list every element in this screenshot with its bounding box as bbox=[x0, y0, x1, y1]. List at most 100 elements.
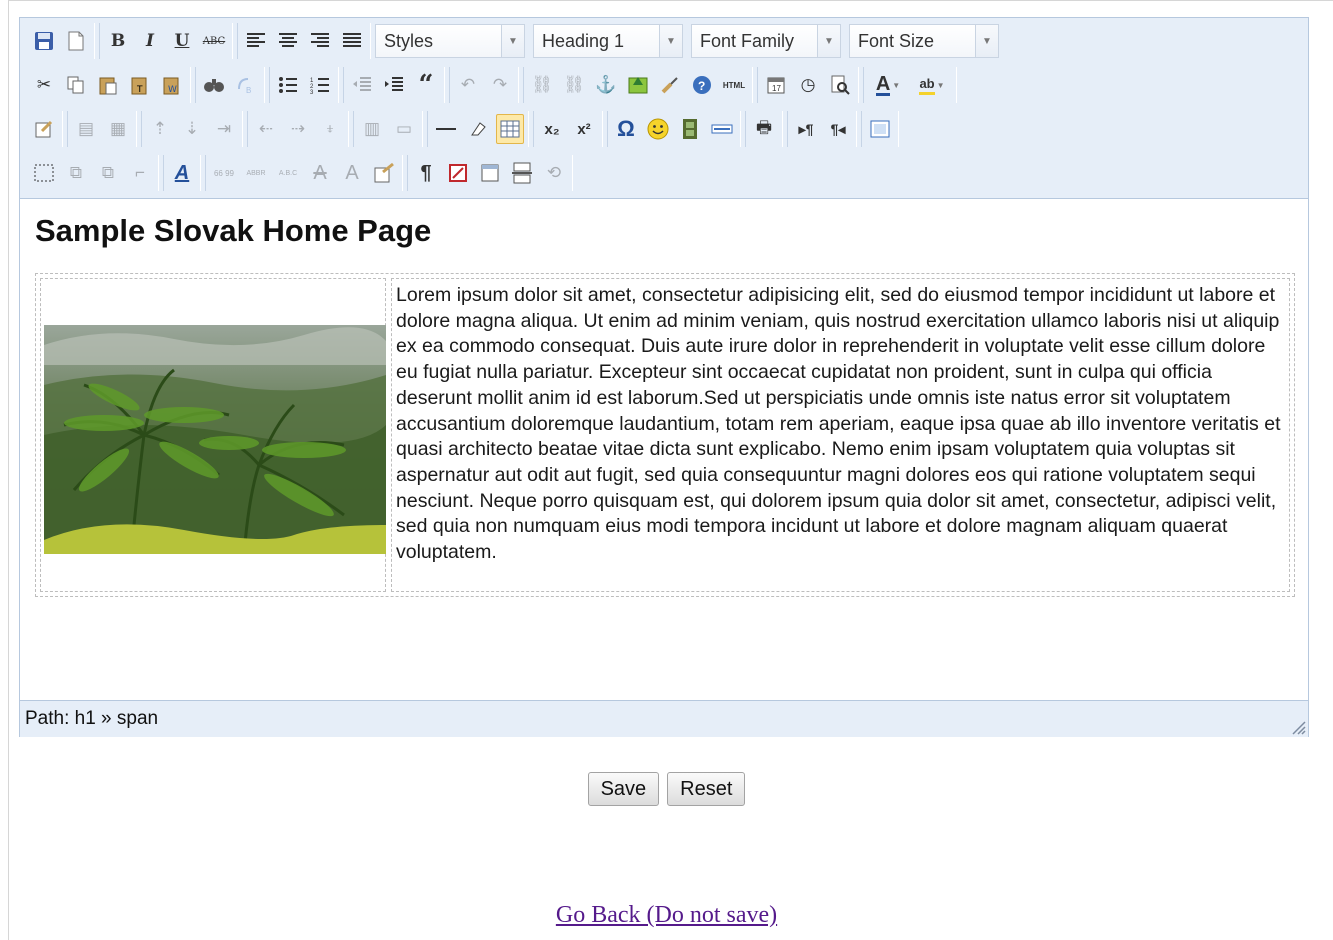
chevron-down-icon[interactable]: ▼ bbox=[659, 25, 682, 57]
preview-icon[interactable] bbox=[826, 70, 854, 100]
chevron-down-icon[interactable]: ▼ bbox=[892, 81, 900, 90]
media-icon[interactable] bbox=[676, 114, 704, 144]
edit-css-icon[interactable] bbox=[30, 114, 58, 144]
reset-button[interactable]: Reset bbox=[667, 772, 746, 806]
align-justify-icon[interactable] bbox=[338, 26, 366, 56]
absolute-icon[interactable]: ⌐ bbox=[126, 158, 154, 188]
subscript-icon[interactable]: x₂ bbox=[538, 114, 566, 144]
format-select[interactable]: Heading 1 ▼ bbox=[533, 24, 683, 58]
save-button[interactable]: Save bbox=[587, 772, 660, 806]
go-back-link[interactable]: Go Back (Do not save) bbox=[0, 902, 1333, 929]
insert-time-icon[interactable]: ◷ bbox=[794, 70, 822, 100]
indent-group: “ bbox=[343, 67, 445, 103]
paste-text-icon[interactable]: T bbox=[126, 70, 154, 100]
link-icon[interactable]: ⛓ bbox=[528, 70, 556, 100]
page-break-icon[interactable] bbox=[508, 158, 536, 188]
highlight-color-icon[interactable]: ab ▼ bbox=[912, 70, 952, 100]
merge-cells-icon[interactable]: ▭ bbox=[390, 114, 418, 144]
visual-chars-icon[interactable]: ¶ bbox=[412, 158, 440, 188]
redo-icon[interactable]: ↷ bbox=[486, 70, 514, 100]
row-props-icon[interactable]: ▤ bbox=[72, 114, 100, 144]
paste-word-icon[interactable]: W bbox=[158, 70, 186, 100]
row-after-icon[interactable]: ⇣ bbox=[178, 114, 206, 144]
chevron-down-icon[interactable]: ▼ bbox=[975, 25, 998, 57]
bold-icon[interactable]: B bbox=[104, 26, 132, 56]
insert-text-icon[interactable]: A bbox=[338, 158, 366, 188]
fullscreen-group bbox=[861, 111, 899, 147]
split-cells-icon[interactable]: ▥ bbox=[358, 114, 386, 144]
copy-icon[interactable] bbox=[62, 70, 90, 100]
delete-col-icon[interactable]: ⍖ bbox=[316, 114, 344, 144]
find-icon[interactable] bbox=[200, 70, 228, 100]
bullet-list-icon[interactable] bbox=[274, 70, 302, 100]
strikethrough-icon[interactable]: ABC bbox=[200, 26, 228, 56]
move-backward-icon[interactable]: ⧉ bbox=[94, 158, 122, 188]
new-document-icon[interactable] bbox=[62, 26, 90, 56]
chevron-down-icon[interactable]: ▼ bbox=[501, 25, 524, 57]
table-icon[interactable] bbox=[496, 114, 524, 144]
chevron-down-icon[interactable]: ▼ bbox=[817, 25, 840, 57]
align-center-icon[interactable] bbox=[274, 26, 302, 56]
help-icon[interactable]: ? bbox=[688, 70, 716, 100]
resize-grip-icon[interactable] bbox=[1290, 719, 1306, 735]
svg-text:B: B bbox=[246, 86, 251, 95]
input-field-icon[interactable] bbox=[708, 114, 736, 144]
template-icon[interactable] bbox=[476, 158, 504, 188]
abbr-icon[interactable]: ABBR bbox=[242, 158, 270, 188]
numbered-list-icon[interactable]: 123 bbox=[306, 70, 334, 100]
chevron-down-icon[interactable]: ▼ bbox=[937, 81, 945, 90]
cell-props-icon[interactable]: ▦ bbox=[104, 114, 132, 144]
italic-icon[interactable]: I bbox=[136, 26, 164, 56]
col-before-icon[interactable]: ⇠ bbox=[252, 114, 280, 144]
delete-row-icon[interactable]: ⇥ bbox=[210, 114, 238, 144]
nonbreaking-icon[interactable] bbox=[444, 158, 472, 188]
row-before-icon[interactable]: ⇡ bbox=[146, 114, 174, 144]
ltr-icon[interactable]: ▸¶ bbox=[792, 114, 820, 144]
blockquote-icon[interactable]: “ bbox=[412, 70, 440, 100]
fullscreen-icon[interactable] bbox=[866, 114, 894, 144]
paste-icon[interactable] bbox=[94, 70, 122, 100]
undo-icon[interactable]: ↶ bbox=[454, 70, 482, 100]
cleanup-icon[interactable] bbox=[656, 70, 684, 100]
special-char-icon[interactable]: Ω bbox=[612, 114, 640, 144]
html-source-icon[interactable]: HTML bbox=[720, 70, 748, 100]
outdent-icon[interactable] bbox=[348, 70, 376, 100]
styles-select[interactable]: Styles ▼ bbox=[375, 24, 525, 58]
anchor-icon[interactable]: ⚓ bbox=[592, 70, 620, 100]
emotions-icon[interactable] bbox=[644, 114, 672, 144]
remove-format-icon[interactable] bbox=[464, 114, 492, 144]
font-size-select[interactable]: Font Size ▼ bbox=[849, 24, 999, 58]
move-forward-icon[interactable]: ⧉ bbox=[62, 158, 90, 188]
acronym-icon[interactable]: A.B.C bbox=[274, 158, 302, 188]
cite-icon[interactable]: 66 99 bbox=[210, 158, 238, 188]
delete-text-icon[interactable]: A bbox=[306, 158, 334, 188]
unlink-icon[interactable]: ⛓ bbox=[560, 70, 588, 100]
indent-icon[interactable] bbox=[380, 70, 408, 100]
col-after-icon[interactable]: ⇢ bbox=[284, 114, 312, 144]
element-path[interactable]: Path: h1 » span bbox=[20, 708, 158, 730]
style-props-icon[interactable]: A bbox=[168, 158, 196, 188]
style-group: A bbox=[163, 155, 201, 191]
rtl-icon[interactable]: ¶◂ bbox=[824, 114, 852, 144]
cut-icon[interactable]: ✂ bbox=[30, 70, 58, 100]
insert-layer-icon[interactable] bbox=[30, 158, 58, 188]
image-icon[interactable] bbox=[624, 70, 652, 100]
superscript-icon[interactable]: x² bbox=[570, 114, 598, 144]
save-icon[interactable] bbox=[30, 26, 58, 56]
align-right-icon[interactable] bbox=[306, 26, 334, 56]
attributes-icon[interactable] bbox=[370, 158, 398, 188]
editor-content-area[interactable]: Sample Slovak Home Page Lorem ipsum dolo… bbox=[20, 199, 1308, 699]
file-group bbox=[26, 23, 95, 59]
align-left-icon[interactable] bbox=[242, 26, 270, 56]
replace-icon[interactable]: B bbox=[232, 70, 260, 100]
horizontal-rule-icon[interactable] bbox=[432, 114, 460, 144]
insert-date-icon[interactable]: 17 bbox=[762, 70, 790, 100]
font-color-letter: A bbox=[875, 72, 891, 96]
font-family-select[interactable]: Font Family ▼ bbox=[691, 24, 841, 58]
font-color-icon[interactable]: A ▼ bbox=[868, 70, 908, 100]
underline-icon[interactable]: U bbox=[168, 26, 196, 56]
text-cell: Lorem ipsum dolor sit amet, consectetur … bbox=[391, 278, 1290, 592]
restore-draft-icon[interactable]: ⟲ bbox=[540, 158, 568, 188]
print-icon[interactable]: 🖶 bbox=[750, 114, 778, 144]
highlight-letters: ab bbox=[919, 76, 935, 95]
